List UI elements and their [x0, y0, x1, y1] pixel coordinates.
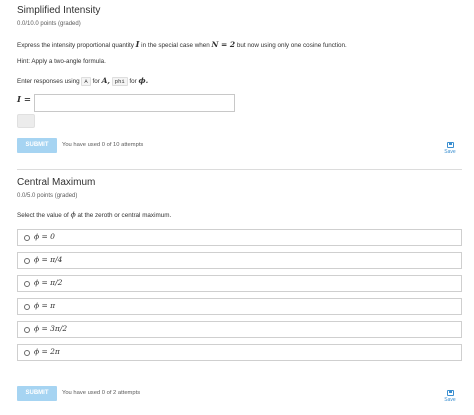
math-a: A, [101, 76, 111, 85]
enter-text: for [92, 78, 100, 85]
choice-label: ϕ = 2π [34, 347, 60, 356]
problem-title: Simplified Intensity [17, 5, 101, 16]
radio-button[interactable] [24, 303, 30, 310]
radio-button[interactable] [24, 280, 30, 287]
enter-text: for [129, 78, 137, 85]
prompt-math-n: N = 2 [211, 40, 236, 49]
choice-label: ϕ = π/2 [34, 278, 63, 287]
prompt-text: Express the intensity proportional quant… [17, 42, 134, 49]
save-button[interactable]: Save [442, 390, 458, 403]
prompt-text: Select the value of [17, 212, 69, 219]
attempts-text: You have used 0 of 10 attempts [62, 142, 144, 148]
choice-option[interactable]: ϕ = 3π/2 [17, 321, 462, 338]
save-button[interactable]: Save [442, 142, 458, 155]
save-icon [446, 390, 454, 396]
choice-option[interactable]: ϕ = π/4 [17, 252, 462, 269]
choice-label: ϕ = π/4 [34, 255, 63, 264]
intensity-input[interactable] [34, 94, 235, 112]
choice-label: ϕ = 0 [34, 232, 55, 241]
input-label: I = [17, 95, 32, 105]
submit-button[interactable]: SUBMIT [17, 386, 57, 401]
choice-label: ϕ = 3π/2 [34, 324, 68, 333]
attempts-text: You have used 0 of 2 attempts [62, 390, 141, 396]
enter-instructions: Enter responses using A for A, phi for ϕ… [17, 76, 149, 86]
save-icon [446, 142, 454, 148]
problem-points: 0.0/5.0 points (graded) [17, 193, 78, 199]
hint-text: Hint: Apply a two-angle formula. [17, 58, 106, 65]
prompt-math-phi: ϕ [70, 210, 76, 219]
prompt-text: at the zeroth or central maximum. [77, 212, 172, 219]
save-label: Save [444, 397, 456, 403]
problem-points: 0.0/10.0 points (graded) [17, 21, 81, 27]
radio-button[interactable] [24, 234, 30, 241]
submit-button[interactable]: SUBMIT [17, 138, 57, 153]
problem-prompt: Select the value of ϕ at the zeroth or c… [17, 210, 171, 219]
radio-button[interactable] [24, 326, 30, 333]
prompt-text: but now using only one cosine function. [236, 42, 347, 49]
problem-prompt: Express the intensity proportional quant… [17, 39, 347, 49]
radio-button[interactable] [24, 349, 30, 356]
prompt-math-i: I [135, 39, 140, 49]
choice-option[interactable]: ϕ = π [17, 298, 462, 315]
radio-button[interactable] [24, 257, 30, 264]
choice-option[interactable]: ϕ = π/2 [17, 275, 462, 292]
save-label: Save [444, 149, 456, 155]
math-phi: ϕ. [138, 76, 149, 85]
prompt-text: in the special case when [141, 42, 210, 49]
enter-text: Enter responses using [17, 78, 80, 85]
choice-option[interactable]: ϕ = 0 [17, 229, 462, 246]
preview-button[interactable] [17, 114, 35, 128]
problem-title: Central Maximum [17, 177, 96, 188]
code-phi: phi [111, 77, 128, 86]
choice-option[interactable]: ϕ = 2π [17, 344, 462, 361]
choice-label: ϕ = π [34, 301, 56, 310]
divider [17, 169, 462, 170]
code-a: A [81, 77, 91, 86]
